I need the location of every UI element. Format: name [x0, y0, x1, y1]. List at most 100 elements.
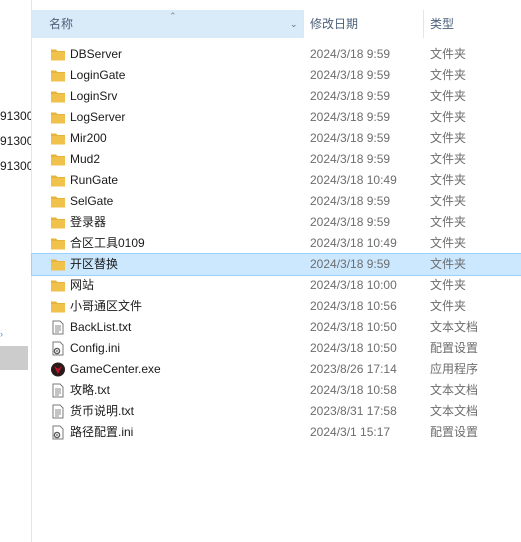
file-name: LoginSrv	[70, 89, 118, 103]
file-row[interactable]: BackList.txt 2024/3/18 10:50 文本文档	[32, 317, 521, 338]
app-icon	[50, 362, 66, 377]
folder-icon	[50, 257, 66, 272]
folder-icon	[50, 110, 66, 125]
file-name: RunGate	[70, 173, 119, 187]
file-name: Mud2	[70, 152, 101, 166]
file-row[interactable]: 攻略.txt 2024/3/18 10:58 文本文档	[32, 380, 521, 401]
file-date-modified: 2024/3/18 9:59	[310, 194, 391, 208]
file-type: 文件夹	[430, 131, 467, 145]
folder-icon	[50, 278, 66, 293]
file-name: 开区替换	[70, 257, 119, 271]
file-date-modified: 2024/3/18 9:59	[310, 131, 391, 145]
chevron-down-icon[interactable]: ⌄	[290, 10, 298, 38]
nav-item-fragment[interactable]: 91300	[0, 159, 31, 173]
nav-item-fragment[interactable]: 91300	[0, 134, 31, 148]
file-type: 文件夹	[430, 68, 467, 82]
file-date-modified: 2024/3/18 9:59	[310, 47, 391, 61]
config-file-icon	[50, 425, 66, 440]
file-date-modified: 2023/8/31 17:58	[310, 404, 397, 418]
file-type: 文本文档	[430, 404, 479, 418]
file-date-modified: 2024/3/18 10:49	[310, 236, 397, 250]
file-type: 文件夹	[430, 236, 467, 250]
file-date-modified: 2024/3/18 9:59	[310, 215, 391, 229]
file-date-modified: 2024/3/18 9:59	[310, 110, 391, 124]
file-row[interactable]: LoginSrv 2024/3/18 9:59 文件夹	[32, 86, 521, 107]
file-date-modified: 2024/3/18 9:59	[310, 152, 391, 166]
folder-icon	[50, 215, 66, 230]
column-header-date[interactable]: 修改日期	[310, 10, 358, 38]
file-name: DBServer	[70, 47, 123, 61]
file-name: LogServer	[70, 110, 126, 124]
file-name: 合区工具0109	[70, 236, 145, 250]
folder-icon	[50, 173, 66, 188]
file-row[interactable]: LoginGate 2024/3/18 9:59 文件夹	[32, 65, 521, 86]
folder-icon	[50, 131, 66, 146]
column-divider[interactable]	[423, 10, 424, 38]
column-divider[interactable]	[303, 10, 304, 38]
file-row[interactable]: 登录器 2024/3/18 9:59 文件夹	[32, 212, 521, 233]
file-type: 文件夹	[430, 89, 467, 103]
file-date-modified: 2024/3/18 9:59	[310, 89, 391, 103]
folder-icon	[50, 47, 66, 62]
file-type: 文本文档	[430, 383, 479, 397]
file-row[interactable]: 货币说明.txt 2023/8/31 17:58 文本文档	[32, 401, 521, 422]
file-name: 攻略.txt	[70, 383, 111, 397]
file-name: LoginGate	[70, 68, 126, 82]
file-row-selected[interactable]: 开区替换 2024/3/18 9:59 文件夹	[31, 253, 521, 276]
file-row[interactable]: DBServer 2024/3/18 9:59 文件夹	[32, 44, 521, 65]
sort-ascending-icon: ⌃	[169, 11, 177, 21]
file-row[interactable]: Mud2 2024/3/18 9:59 文件夹	[32, 149, 521, 170]
file-date-modified: 2023/8/26 17:14	[310, 362, 397, 376]
folder-icon	[50, 299, 66, 314]
navigation-pane[interactable]: 91300 91300 91300 ›	[0, 0, 32, 542]
nav-item-selected[interactable]	[0, 346, 28, 370]
text-file-icon	[50, 404, 66, 419]
file-row[interactable]: 路径配置.ini 2024/3/1 15:17 配置设置	[32, 422, 521, 443]
file-date-modified: 2024/3/18 10:50	[310, 320, 397, 334]
file-row[interactable]: 网站 2024/3/18 10:00 文件夹	[32, 275, 521, 296]
file-date-modified: 2024/3/18 10:49	[310, 173, 397, 187]
text-file-icon	[50, 383, 66, 398]
file-type: 应用程序	[430, 362, 479, 376]
file-list: DBServer 2024/3/18 9:59 文件夹 LoginGate 2024/3…	[31, 44, 521, 443]
file-row[interactable]: LogServer 2024/3/18 9:59 文件夹	[32, 107, 521, 128]
file-date-modified: 2024/3/18 9:59	[310, 257, 391, 271]
file-row[interactable]: Mir200 2024/3/18 9:59 文件夹	[32, 128, 521, 149]
file-name: GameCenter.exe	[70, 362, 161, 376]
column-header-name-label: 名称	[49, 17, 74, 31]
column-header: 名称 ⌃ ⌄ 修改日期 类型	[32, 10, 521, 38]
file-type: 文件夹	[430, 278, 467, 292]
column-header-name[interactable]: 名称 ⌃ ⌄	[32, 10, 303, 38]
file-row[interactable]: GameCenter.exe 2023/8/26 17:14 应用程序	[32, 359, 521, 380]
file-type: 文件夹	[430, 215, 467, 229]
text-file-icon	[50, 320, 66, 335]
file-date-modified: 2024/3/18 10:00	[310, 278, 397, 292]
file-name: BackList.txt	[70, 320, 132, 334]
column-header-type[interactable]: 类型	[430, 10, 454, 38]
file-row[interactable]: SelGate 2024/3/18 9:59 文件夹	[32, 191, 521, 212]
file-date-modified: 2024/3/1 15:17	[310, 425, 391, 439]
file-name: 货币说明.txt	[70, 404, 135, 418]
file-row[interactable]: Config.ini 2024/3/18 10:50 配置设置	[32, 338, 521, 359]
nav-marker-icon: ›	[0, 329, 3, 339]
file-name: Mir200	[70, 131, 107, 145]
config-file-icon	[50, 341, 66, 356]
file-row[interactable]: 合区工具0109 2024/3/18 10:49 文件夹	[32, 233, 521, 254]
file-row[interactable]: RunGate 2024/3/18 10:49 文件夹	[32, 170, 521, 191]
file-type: 文件夹	[430, 152, 467, 166]
folder-icon	[50, 89, 66, 104]
file-row[interactable]: 小哥通区文件 2024/3/18 10:56 文件夹	[32, 296, 521, 317]
file-name: SelGate	[70, 194, 114, 208]
folder-icon	[50, 152, 66, 167]
folder-icon	[50, 194, 66, 209]
nav-item-fragment[interactable]: 91300	[0, 109, 31, 123]
file-date-modified: 2024/3/18 10:50	[310, 341, 397, 355]
file-type: 文件夹	[430, 173, 467, 187]
file-type: 文件夹	[430, 194, 467, 208]
file-name: 路径配置.ini	[70, 425, 134, 439]
file-date-modified: 2024/3/18 9:59	[310, 68, 391, 82]
file-name: 小哥通区文件	[70, 299, 143, 313]
folder-icon	[50, 236, 66, 251]
file-date-modified: 2024/3/18 10:56	[310, 299, 397, 313]
file-type: 文件夹	[430, 47, 467, 61]
